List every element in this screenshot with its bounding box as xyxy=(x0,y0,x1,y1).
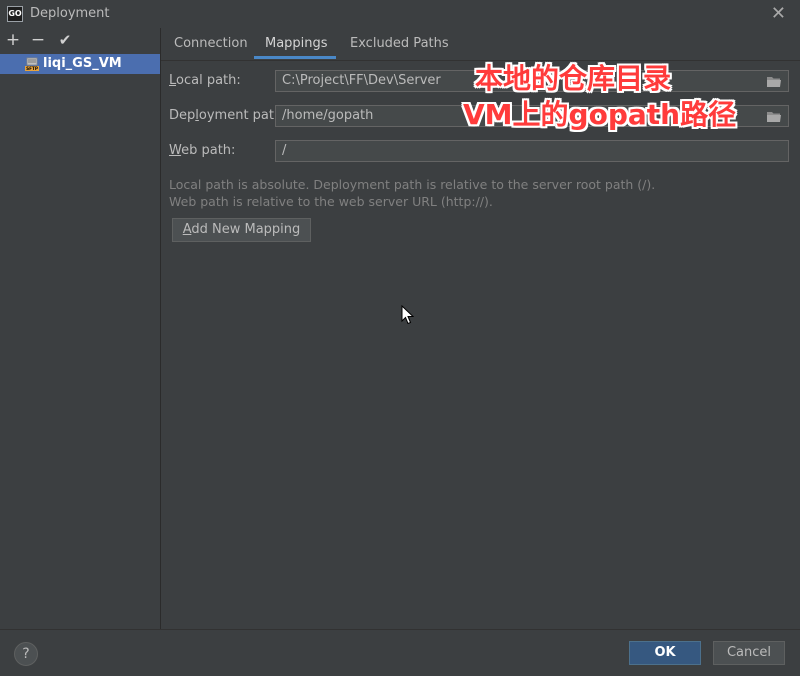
hint-text-line2: Web path is relative to the web server U… xyxy=(169,194,493,209)
goland-app-icon: GO xyxy=(7,6,23,22)
sftp-server-icon: SFTP xyxy=(25,57,39,71)
mouse-cursor-icon xyxy=(401,305,414,325)
annotation-vm-gopath: VM上的gopath路径 xyxy=(463,98,737,131)
server-toolbar: + − ✔ xyxy=(0,28,160,54)
add-server-button[interactable]: + xyxy=(3,29,23,51)
window-title: Deployment xyxy=(30,6,110,21)
tab-excluded-paths[interactable]: Excluded Paths xyxy=(350,36,449,51)
server-item-liqi-gs-vm[interactable]: SFTP liqi_GS_VM xyxy=(0,54,160,74)
tab-mappings[interactable]: Mappings xyxy=(265,36,328,51)
local-path-value: C:\Project\FF\Dev\Server xyxy=(282,73,441,88)
browse-folder-icon[interactable] xyxy=(766,110,782,123)
server-item-label: liqi_GS_VM xyxy=(43,56,122,71)
cancel-button[interactable]: Cancel xyxy=(713,641,785,665)
svg-text:SFTP: SFTP xyxy=(26,66,38,71)
ok-button[interactable]: OK xyxy=(629,641,701,665)
web-path-label: Web path: xyxy=(169,143,236,158)
tab-connection[interactable]: Connection xyxy=(174,36,248,51)
help-button[interactable]: ? xyxy=(14,642,38,666)
deployment-path-label: Deployment path: xyxy=(169,108,287,123)
web-path-value: / xyxy=(282,143,287,158)
add-new-mapping-button[interactable]: Add New Mapping xyxy=(172,218,311,242)
local-path-label: Local path: xyxy=(169,73,241,88)
annotation-local-repo: 本地的仓库目录 xyxy=(475,62,672,95)
deployment-path-value: /home/gopath xyxy=(282,108,374,123)
title-bar: GO Deployment ✕ xyxy=(0,0,800,28)
footer-separator xyxy=(0,629,800,630)
remove-server-button[interactable]: − xyxy=(28,29,48,51)
server-list-panel: + − ✔ SFTP liqi_GS_VM xyxy=(0,28,161,629)
browse-folder-icon[interactable] xyxy=(766,75,782,88)
web-path-field[interactable]: / xyxy=(275,140,789,162)
close-icon[interactable]: ✕ xyxy=(771,3,786,24)
active-tab-indicator xyxy=(254,56,336,59)
set-default-button[interactable]: ✔ xyxy=(55,29,75,51)
hint-text-line1: Local path is absolute. Deployment path … xyxy=(169,177,656,192)
